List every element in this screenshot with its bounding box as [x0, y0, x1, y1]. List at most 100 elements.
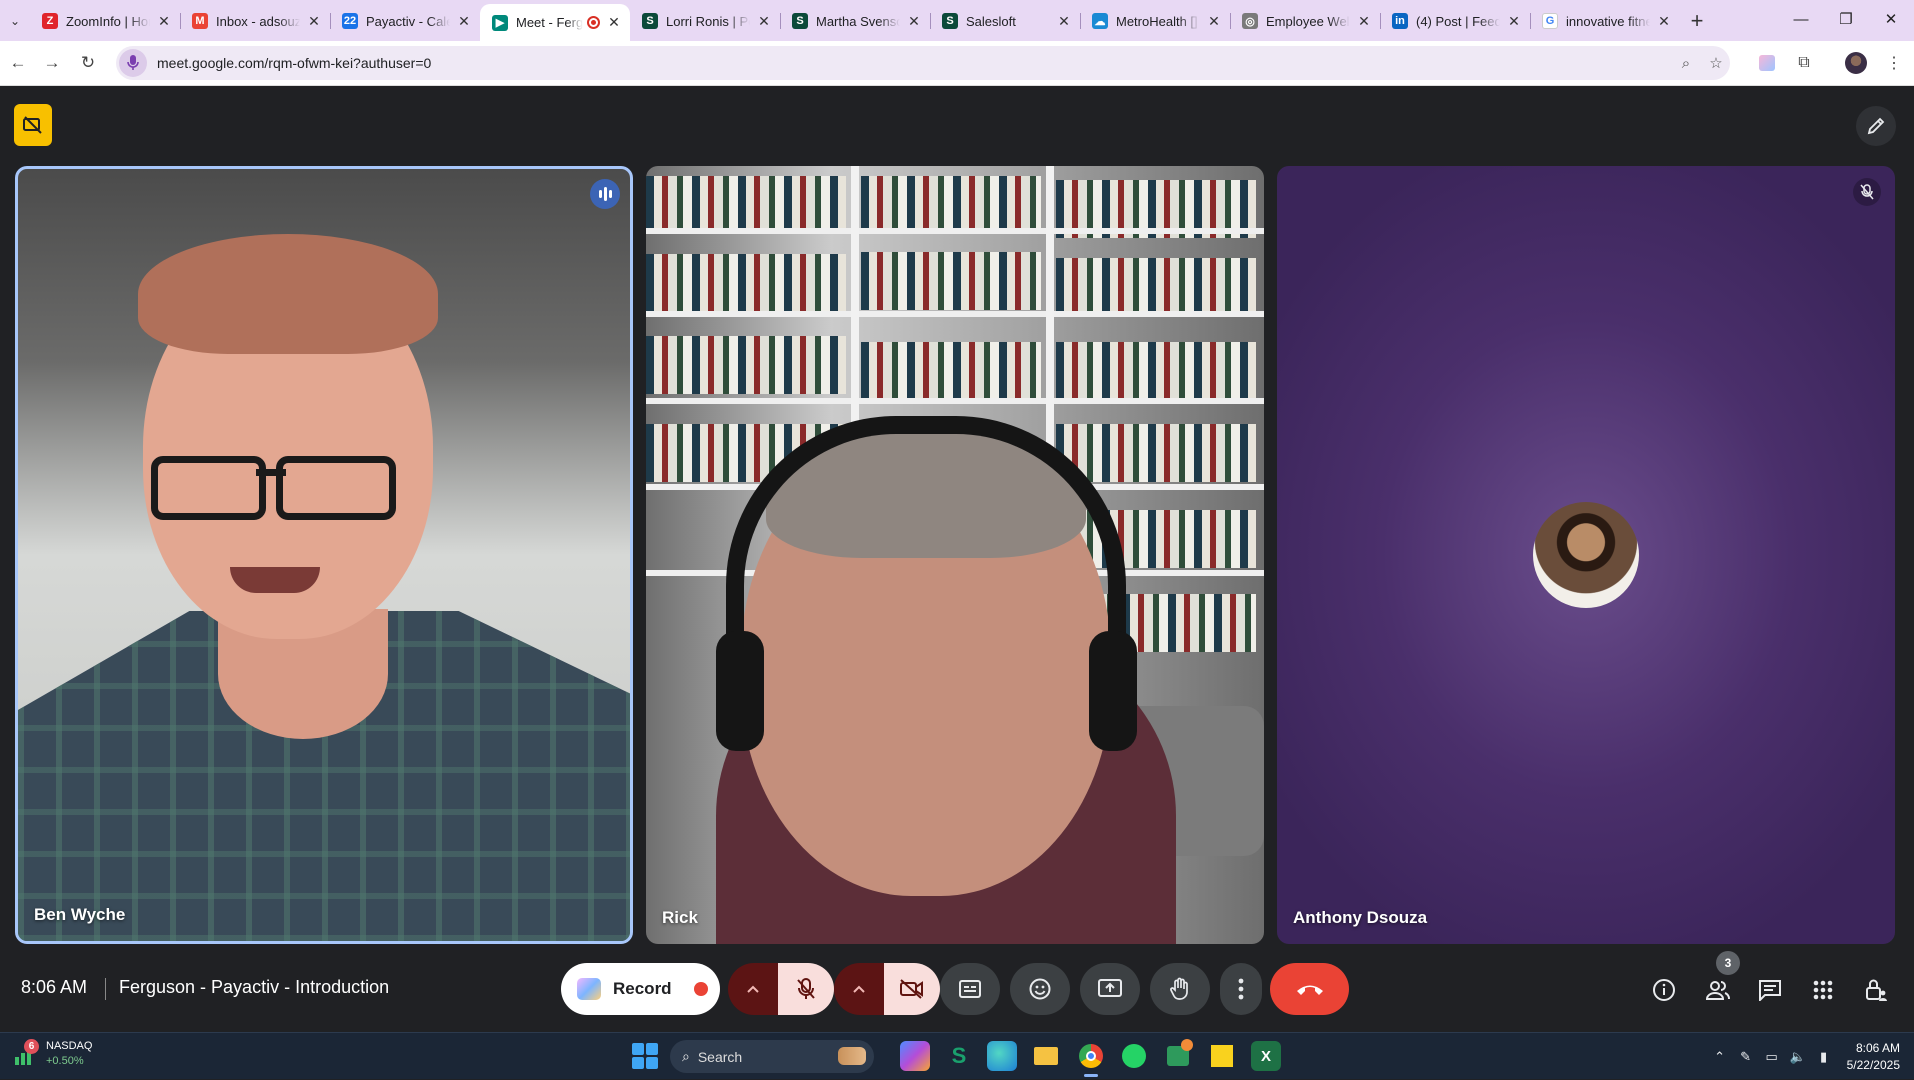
tab-search-chevron-icon[interactable]: ⌄ — [0, 0, 30, 41]
bookmark-star-icon[interactable]: ☆ — [1701, 46, 1731, 80]
tab-close-icon[interactable]: ✕ — [1506, 13, 1522, 30]
taskbar-search-box[interactable]: ⌕ Search — [670, 1040, 874, 1073]
browser-tab[interactable]: Ginnovative fitness ✕ — [1530, 4, 1680, 38]
browser-tab[interactable]: S Martha Svenson ✕ — [780, 4, 930, 38]
browser-tab[interactable]: 22 Payactiv - Calendar ✕ — [330, 4, 480, 38]
extensions-puzzle-icon[interactable]: ⧉ — [1790, 49, 1818, 77]
sticky-notes-icon[interactable] — [1207, 1041, 1237, 1071]
browser-tab[interactable]: M Inbox - adsouza ✕ — [180, 4, 330, 38]
people-button[interactable] — [1696, 968, 1740, 1012]
meet-stage: Ben Wyche Rick Anthony Dsouza 8:06 AM Fe… — [0, 86, 1914, 1032]
tab-close-icon[interactable]: ✕ — [156, 13, 172, 30]
browser-tab[interactable]: ▶ Meet - Ferguson ✕ — [480, 4, 630, 41]
hang-up-icon — [1296, 985, 1323, 995]
tab-title: Inbox - adsouza — [216, 13, 300, 29]
record-label: Record — [613, 979, 672, 998]
participant-name: Anthony Dsouza — [1293, 908, 1428, 927]
host-controls-button[interactable] — [1854, 968, 1898, 1012]
microphone-in-use-icon[interactable] — [119, 49, 147, 77]
browser-tab[interactable]: S Salesloft ✕ — [930, 4, 1080, 38]
tab-close-icon[interactable]: ✕ — [456, 13, 472, 30]
network-icon[interactable]: ▭ — [1759, 1049, 1785, 1065]
mic-toggle-button[interactable] — [778, 963, 834, 1015]
tab-list: Z ZoomInfo | Home ✕ M Inbox - adsouza ✕ 22 Paya… — [30, 4, 1680, 41]
profile-avatar[interactable] — [1842, 49, 1870, 77]
tab-close-icon[interactable]: ✕ — [1656, 13, 1672, 30]
present-screen-button[interactable] — [1080, 963, 1140, 1015]
participant-video — [18, 169, 630, 941]
new-tab-button[interactable]: + — [1680, 4, 1714, 38]
salesloft-s-icon[interactable]: S — [944, 1041, 974, 1071]
participant-tile-rick[interactable]: Rick — [646, 166, 1264, 944]
file-explorer-icon[interactable] — [1031, 1041, 1061, 1071]
url-text[interactable]: meet.google.com/rqm-ofwm-kei?authuser=0 — [157, 55, 431, 71]
microphone-control — [728, 963, 834, 1015]
close-window-icon[interactable]: ✕ — [1868, 0, 1914, 38]
tab-favicon-icon: Z — [42, 13, 58, 29]
battery-icon[interactable]: ▮ — [1811, 1049, 1837, 1065]
show-hidden-icons-chevron-icon[interactable]: ⌃ — [1707, 1049, 1733, 1065]
reload-icon[interactable]: ↻ — [72, 47, 104, 79]
tab-title: Lorri Ronis | People — [666, 13, 750, 29]
leave-call-button[interactable] — [1270, 963, 1349, 1015]
chrome-menu-icon[interactable]: ⋮ — [1880, 49, 1908, 77]
minimize-window-icon[interactable]: — — [1778, 0, 1824, 38]
activities-button[interactable] — [1801, 968, 1845, 1012]
forward-icon[interactable]: → — [36, 47, 68, 79]
annotate-pen-icon[interactable] — [1856, 106, 1896, 146]
taskbar-date: 5/22/2025 — [1846, 1057, 1900, 1072]
stock-chart-icon: 6 — [12, 1039, 39, 1067]
meeting-clock: 8:06 AM — [21, 977, 88, 997]
tab-close-icon[interactable]: ✕ — [1206, 13, 1222, 30]
taskbar-clock[interactable]: 8:06 AM 5/22/2025 — [1847, 1040, 1900, 1074]
excel-icon[interactable]: X — [1251, 1041, 1281, 1071]
more-options-button[interactable] — [1220, 963, 1262, 1015]
meeting-details-button[interactable] — [1642, 968, 1686, 1012]
restore-window-icon[interactable]: ❐ — [1823, 0, 1869, 38]
participant-avatar — [1533, 502, 1639, 608]
browser-tab-strip: ⌄ Z ZoomInfo | Home ✕ M Inbox - adsouza ✕ 22 Pa… — [0, 0, 1914, 41]
updates-app-icon[interactable] — [1163, 1039, 1193, 1071]
browser-tab[interactable]: S Lorri Ronis | People ✕ — [630, 4, 780, 38]
browser-tab[interactable]: Z ZoomInfo | Home ✕ — [30, 4, 180, 38]
extension-icon[interactable] — [1753, 49, 1781, 77]
companion-mode-icon[interactable] — [14, 104, 52, 146]
edge-browser-icon[interactable] — [987, 1041, 1017, 1071]
browser-tab[interactable]: ☁ MetroHealth [] ✕ — [1080, 4, 1230, 38]
stocks-change: +0.50% — [46, 1055, 84, 1067]
participant-tile-anthony-dsouza[interactable]: Anthony Dsouza — [1277, 166, 1895, 944]
reactions-button[interactable] — [1010, 963, 1070, 1015]
camera-toggle-button[interactable] — [884, 963, 940, 1015]
tab-close-icon[interactable]: ✕ — [306, 13, 322, 30]
audio-options-chevron-icon[interactable] — [728, 963, 778, 1015]
windows-start-icon[interactable] — [632, 1043, 658, 1069]
whatsapp-icon[interactable] — [1119, 1041, 1149, 1071]
pen-menu-icon[interactable]: ✎ — [1733, 1049, 1759, 1065]
tab-close-icon[interactable]: ✕ — [1356, 13, 1372, 30]
chrome-icon[interactable] — [1076, 1041, 1106, 1077]
participant-name: Rick — [662, 908, 698, 927]
browser-tab[interactable]: in (4) Post | Feed ✕ — [1380, 4, 1530, 38]
search-highlight-icon — [838, 1047, 866, 1065]
tab-title: Meet - Ferguson — [516, 15, 583, 30]
tab-close-icon[interactable]: ✕ — [1056, 13, 1072, 30]
captions-button[interactable] — [940, 963, 1000, 1015]
zoom-icon[interactable]: ⌕ — [1671, 46, 1701, 80]
chat-button[interactable] — [1748, 968, 1792, 1012]
back-icon[interactable]: ← — [2, 47, 34, 79]
tab-close-icon[interactable]: ✕ — [756, 13, 772, 30]
tab-favicon-icon: M — [192, 13, 208, 29]
record-button[interactable]: Record — [561, 963, 720, 1015]
tab-close-icon[interactable]: ✕ — [906, 13, 922, 30]
raise-hand-button[interactable] — [1150, 963, 1210, 1015]
copilot-icon[interactable] — [900, 1041, 930, 1071]
volume-icon[interactable]: 🔈 — [1785, 1049, 1811, 1065]
tab-close-icon[interactable]: ✕ — [606, 14, 622, 31]
address-bar[interactable]: meet.google.com/rqm-ofwm-kei?authuser=0 … — [116, 46, 1730, 80]
video-options-chevron-icon[interactable] — [834, 963, 884, 1015]
browser-tab[interactable]: ◎ Employee Wellness ✕ — [1230, 4, 1380, 38]
search-placeholder: Search — [697, 1048, 743, 1065]
participant-tile-ben-wyche[interactable]: Ben Wyche — [15, 166, 633, 944]
stocks-widget[interactable]: 6 NASDAQ +0.50% — [12, 1039, 92, 1069]
lock-person-icon — [1866, 979, 1887, 1001]
